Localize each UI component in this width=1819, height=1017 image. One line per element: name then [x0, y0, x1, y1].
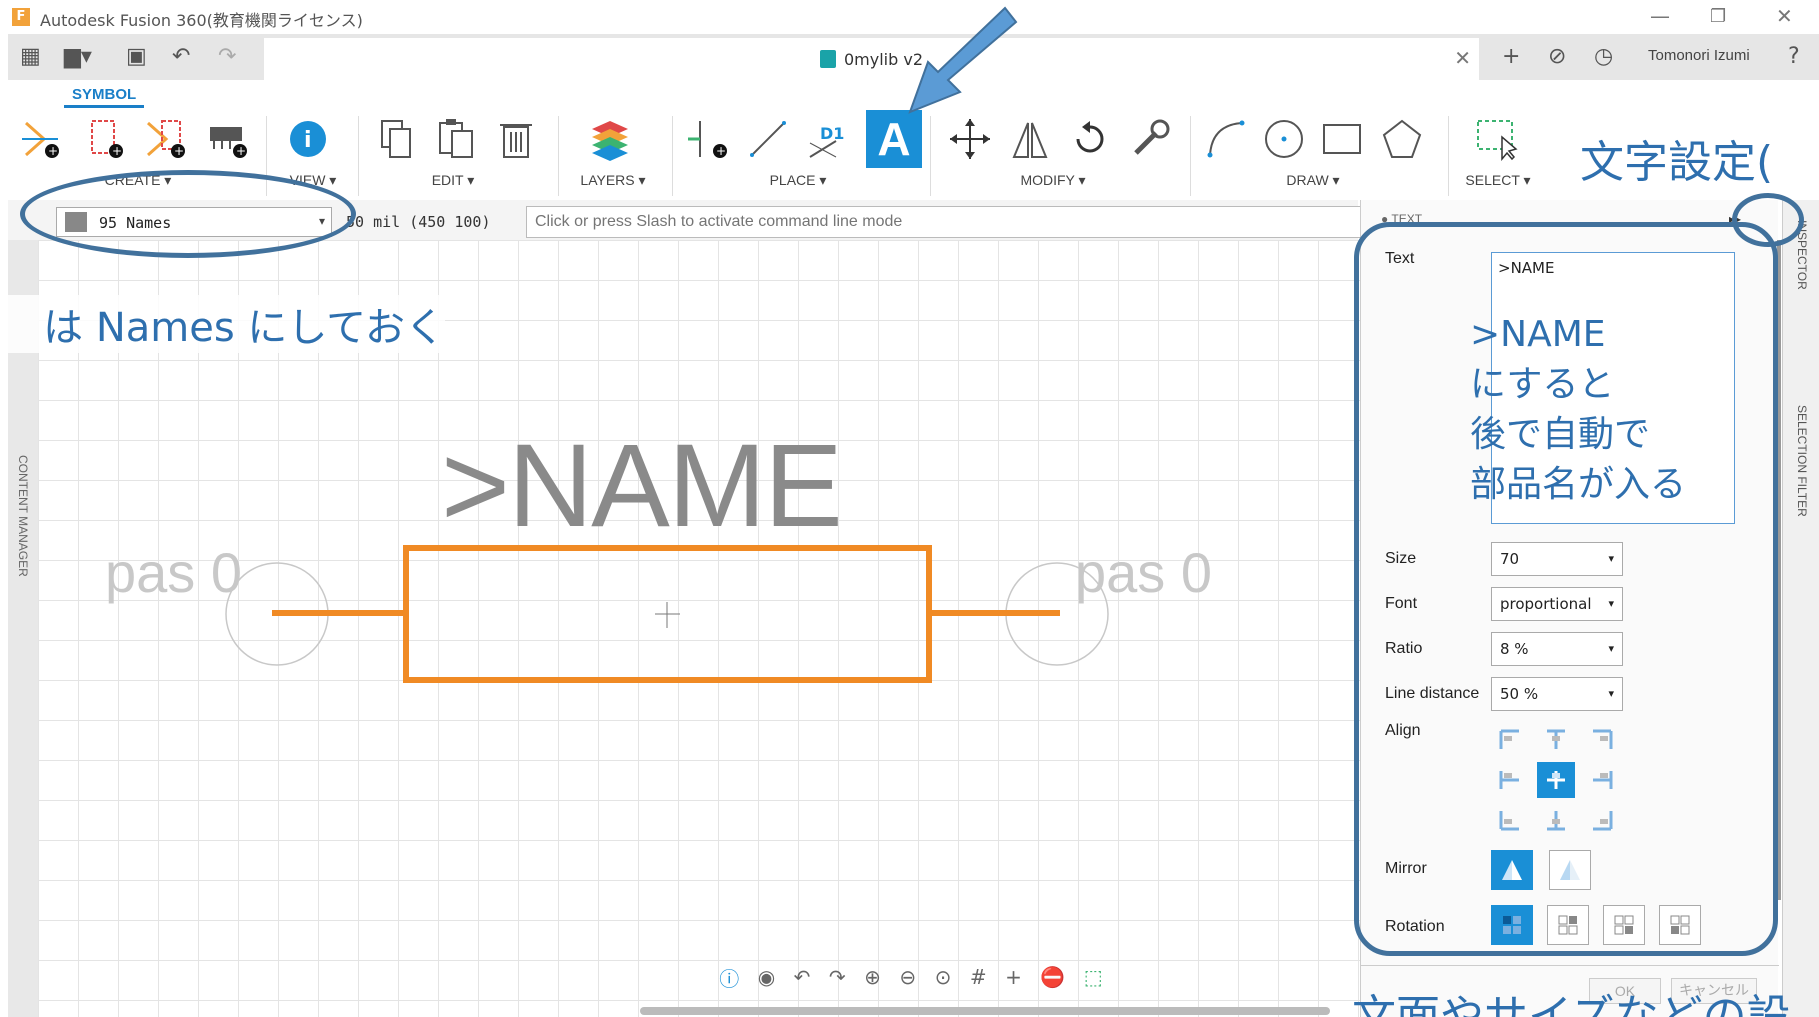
canvas-bottom-toolbar: ⓘ ◉ ↶ ↷ ⊕ ⊖ ⊙ # + ⛔ ⬚	[710, 960, 1112, 994]
select-icon	[1477, 120, 1518, 161]
polygon-icon	[1382, 119, 1422, 158]
horizontal-scrollbar[interactable]	[640, 1007, 1330, 1015]
polygon-tool[interactable]	[1378, 112, 1426, 166]
job-status-icon[interactable]: ◷	[1594, 44, 1613, 69]
select-tool[interactable]	[1472, 112, 1520, 166]
redo-icon[interactable]: ↷	[829, 965, 846, 989]
eye-icon[interactable]: ◉	[758, 965, 775, 989]
annotation-bottom: 文面やサイズなどの設	[1352, 991, 1791, 1017]
grid-icon[interactable]: #	[970, 965, 987, 989]
zoom-out-icon[interactable]: ⊖	[899, 965, 916, 989]
stop-icon[interactable]: ⛔	[1040, 965, 1065, 989]
annotation-rect-inspector	[1354, 222, 1778, 956]
annotation-text-settings: 文字設定(	[1580, 126, 1819, 190]
restore-button[interactable]: ❐	[1710, 6, 1726, 27]
pin-right-label[interactable]: pas 0	[1075, 540, 1212, 605]
annotation-arrow	[908, 6, 1018, 114]
undo-icon[interactable]: ↶	[794, 965, 811, 989]
inspector-divider	[1361, 965, 1779, 966]
pin-left-label[interactable]: pas 0	[105, 540, 242, 605]
extensions-icon[interactable]: ⊘	[1548, 44, 1566, 69]
add-icon[interactable]: +	[1005, 965, 1022, 989]
info-icon[interactable]: ⓘ	[719, 963, 739, 992]
zoom-in-icon[interactable]: ⊕	[864, 965, 881, 989]
group-label-select[interactable]: SELECT ▾	[1448, 172, 1548, 189]
name-text-placeholder[interactable]: >NAME	[441, 418, 843, 554]
close-window-button[interactable]: ✕	[1776, 4, 1793, 28]
select-icon[interactable]: ⬚	[1084, 965, 1103, 989]
new-tab-icon[interactable]: +	[1502, 44, 1520, 69]
selection-filter-tab[interactable]: SELECTION FILTER	[1795, 405, 1809, 517]
annotation-ellipse-layer	[20, 170, 356, 258]
annotation-names-layer: は Names にしておく	[0, 295, 445, 353]
zoom-fit-icon[interactable]: ⊙	[935, 965, 952, 989]
user-name[interactable]: Tomonori Izumi	[1648, 47, 1750, 64]
right-panel-strip: INSPECTOR SELECTION FILTER	[1782, 200, 1819, 1017]
minimize-button[interactable]: —	[1650, 4, 1670, 28]
help-icon[interactable]: ?	[1788, 44, 1800, 69]
close-tab-button[interactable]: ✕	[1454, 46, 1471, 70]
